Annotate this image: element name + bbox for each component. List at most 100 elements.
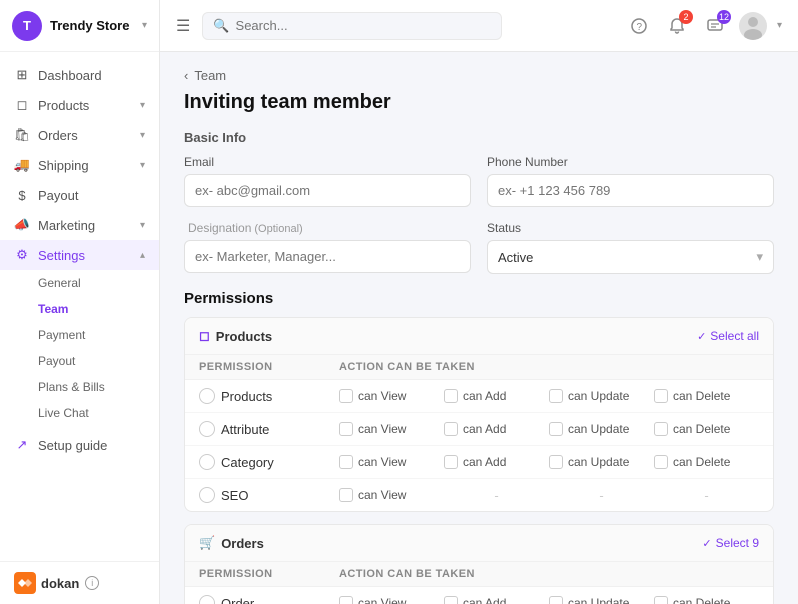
settings-icon: ⚙ [14,247,30,263]
table-row: Attribute can View can Add can Update ca… [185,413,773,446]
checkbox-update-category[interactable] [549,455,563,469]
permissions-products-section: ◻ Products ✓ Select all PERMISSION ACTIO… [184,317,774,512]
col-permission-label: PERMISSION [199,361,339,373]
select-all-orders-check-icon: ✓ [702,537,711,550]
perm-check-seo[interactable] [199,487,215,503]
products-table-header: PERMISSION ACTION CAN BE TAKEN [185,355,773,380]
sidebar-sub-payout[interactable]: Payout [0,348,159,374]
can-add-seo: - [444,488,549,503]
dashboard-icon: ⊞ [14,67,30,83]
can-add-products: can Add [444,389,549,403]
setup-guide-label: Setup guide [38,438,107,453]
checkbox-delete-attribute[interactable] [654,422,668,436]
checkbox-add-category[interactable] [444,455,458,469]
perm-name-category: Category [199,454,339,470]
sidebar-item-dashboard[interactable]: ⊞ Dashboard [0,60,159,90]
notifications-icon[interactable]: 2 [663,12,691,40]
sidebar-item-products[interactable]: ◻ Products ▾ [0,90,159,120]
status-field: Status Active ▾ [487,221,774,274]
checkbox-view-attribute[interactable] [339,422,353,436]
perm-check-order[interactable] [199,595,215,604]
designation-input[interactable] [184,240,471,273]
can-delete-products: can Delete [654,389,759,403]
notification-badge: 2 [679,10,693,24]
sidebar-sub-live-chat[interactable]: Live Chat [0,400,159,426]
products-icon: ◻ [14,97,30,113]
basic-info-label: Basic Info [184,130,774,145]
sidebar-sub-team[interactable]: Team [0,296,159,322]
sidebar-item-marketing[interactable]: 📣 Marketing ▾ [0,210,159,240]
dokan-brand-icon [14,572,36,594]
hamburger-icon[interactable]: ☰ [176,16,190,36]
perm-label-seo: SEO [221,488,248,503]
can-delete-label: can Delete [673,389,730,403]
designation-field: Designation(Optional) [184,221,471,274]
perm-name-order: Order [199,595,339,604]
phone-input[interactable] [487,174,774,207]
can-view-attribute: can View [339,422,444,436]
can-delete-category: can Delete [654,455,759,469]
can-update-seo: - [549,488,654,503]
sidebar-item-orders[interactable]: 🛍 Orders ▾ [0,120,159,150]
checkbox-view-products[interactable] [339,389,353,403]
perm-check-attribute[interactable] [199,421,215,437]
checkbox-view-category[interactable] [339,455,353,469]
products-select-all[interactable]: ✓ Select all [697,329,759,343]
col-permission-orders-label: PERMISSION [199,568,339,580]
checkbox-delete-order[interactable] [654,596,668,604]
email-label: Email [184,155,471,169]
status-select[interactable]: Active ▾ [487,240,774,274]
perm-check-products[interactable] [199,388,215,404]
topbar: ☰ 🔍 ? 2 12 ▾ [160,0,798,52]
status-chevron-icon: ▾ [756,249,763,265]
perm-name-seo: SEO [199,487,339,503]
checkbox-delete-products[interactable] [654,389,668,403]
can-delete-order: can Delete [654,596,759,604]
can-view-label: can View [358,389,406,403]
checkbox-view-order[interactable] [339,596,353,604]
select-all-check-icon: ✓ [697,330,706,343]
sidebar-sub-plans[interactable]: Plans & Bills [0,374,159,400]
can-add-category: can Add [444,455,549,469]
products-section-label: Products [216,329,272,344]
search-icon: 🔍 [213,18,229,34]
breadcrumb-arrow-icon: ‹ [184,68,188,83]
sidebar-sub-payment[interactable]: Payment [0,322,159,348]
sidebar-sub-general[interactable]: General [0,270,159,296]
breadcrumb-parent[interactable]: Team [194,68,226,83]
sidebar-item-payout[interactable]: $ Payout [0,180,159,210]
checkbox-update-attribute[interactable] [549,422,563,436]
sidebar-item-shipping[interactable]: 🚚 Shipping ▾ [0,150,159,180]
checkbox-add-products[interactable] [444,389,458,403]
table-row: SEO can View - - - [185,479,773,511]
messages-icon[interactable]: 12 [701,12,729,40]
marketing-icon: 📣 [14,217,30,233]
orders-section-header: 🛒 Orders ✓ Select 9 [185,525,773,562]
help-icon[interactable]: ? [625,12,653,40]
search-box[interactable]: 🔍 [202,12,502,40]
col-action-orders-label: ACTION CAN BE TAKEN [339,568,759,580]
user-avatar[interactable] [739,12,767,40]
perm-check-category[interactable] [199,454,215,470]
sidebar-header[interactable]: T Trendy Store ▾ [0,0,159,52]
perm-actions-products: can View can Add can Update can Delete [339,389,759,403]
checkbox-view-seo[interactable] [339,488,353,502]
info-icon[interactable]: i [85,576,99,590]
shipping-icon: 🚚 [14,157,30,173]
search-input[interactable] [236,18,492,33]
checkbox-delete-category[interactable] [654,455,668,469]
sidebar-item-setup-guide[interactable]: ↗ Setup guide [0,430,159,460]
form-row-email-phone: Email Phone Number [184,155,774,207]
email-input[interactable] [184,174,471,207]
content-area: ‹ Team Inviting team member Basic Info E… [160,52,798,604]
can-view-category: can View [339,455,444,469]
products-section-icon: ◻ [199,328,210,344]
page-title: Inviting team member [184,91,774,114]
orders-select-all[interactable]: ✓ Select 9 [702,536,759,550]
checkbox-add-attribute[interactable] [444,422,458,436]
can-add-label: can Add [463,389,506,403]
checkbox-add-order[interactable] [444,596,458,604]
checkbox-update-products[interactable] [549,389,563,403]
sidebar-item-settings[interactable]: ⚙ Settings ▴ [0,240,159,270]
checkbox-update-order[interactable] [549,596,563,604]
